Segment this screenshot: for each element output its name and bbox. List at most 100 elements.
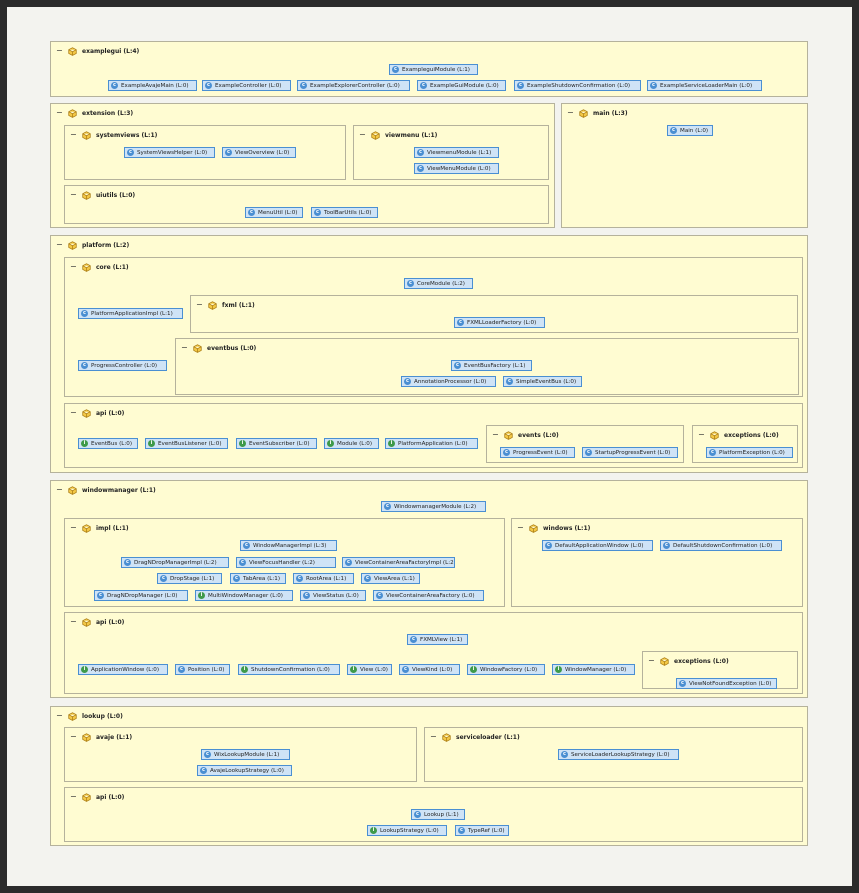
class-node[interactable]: c ViewmenuModule (L:1) bbox=[414, 147, 499, 158]
collapse-icon[interactable]: − bbox=[56, 46, 66, 56]
interface-node[interactable]: i LookupStrategy (L:0) bbox=[367, 825, 447, 836]
interface-node[interactable]: i ShutdownConfirmation (L:0) bbox=[238, 664, 340, 675]
class-icon: c bbox=[420, 82, 427, 89]
package-header: − core (L:1) bbox=[70, 261, 129, 273]
interface-node[interactable]: i ApplicationWindow (L:0) bbox=[78, 664, 168, 675]
class-node[interactable]: c ViewKind (L:0) bbox=[399, 664, 460, 675]
class-label: FXMLView (L:1) bbox=[420, 636, 463, 643]
package-header: − uiutils (L:0) bbox=[70, 189, 135, 201]
class-node[interactable]: c Position (L:0) bbox=[175, 664, 230, 675]
class-node[interactable]: c ViewFocusHandler (L:2) bbox=[236, 557, 336, 568]
class-node[interactable]: c DragNDropManagerImpl (L:2) bbox=[121, 557, 229, 568]
collapse-icon[interactable]: − bbox=[517, 523, 527, 533]
class-node[interactable]: c MenuUtil (L:0) bbox=[245, 207, 303, 218]
class-node[interactable]: c SystemViewsHelper (L:0) bbox=[124, 147, 215, 158]
interface-node[interactable]: i Module (L:0) bbox=[324, 438, 379, 449]
diagram-canvas: − examplegui (L:4) − extension (L:3) − system… bbox=[7, 7, 852, 886]
class-node[interactable]: c AvajeLookupStrategy (L:0) bbox=[197, 765, 292, 776]
class-icon: c bbox=[233, 575, 240, 582]
class-node[interactable]: c FXMLLoaderFactory (L:0) bbox=[454, 317, 545, 328]
class-label: StartupProgressEvent (L:0) bbox=[595, 449, 671, 456]
class-node[interactable]: c ViewContainerAreaFactoryImpl (L:2) bbox=[342, 557, 455, 568]
package-icon bbox=[68, 46, 77, 56]
class-node[interactable]: c WindowmanagerModule (L:2) bbox=[381, 501, 486, 512]
interface-node[interactable]: i EventBus (L:0) bbox=[78, 438, 138, 449]
class-node[interactable]: c ViewNotFoundException (L:0) bbox=[676, 678, 777, 689]
class-label: WindowmanagerModule (L:2) bbox=[394, 503, 477, 510]
class-node[interactable]: c FXMLView (L:1) bbox=[407, 634, 468, 645]
class-node[interactable]: c RootArea (L:1) bbox=[293, 573, 354, 584]
collapse-icon[interactable]: − bbox=[70, 262, 80, 272]
class-node[interactable]: c ExampleGuiModule (L:0) bbox=[417, 80, 506, 91]
class-node[interactable]: c ViewArea (L:1) bbox=[361, 573, 420, 584]
interface-node[interactable]: i View (L:0) bbox=[347, 664, 392, 675]
class-node[interactable]: c ViewOverview (L:0) bbox=[222, 147, 296, 158]
class-node[interactable]: c ExampleController (L:0) bbox=[202, 80, 291, 91]
class-node[interactable]: c TypeRef (L:0) bbox=[455, 825, 509, 836]
class-node[interactable]: c ExampleExplorerController (L:0) bbox=[297, 80, 410, 91]
package-label: exceptions (L:0) bbox=[724, 431, 779, 439]
collapse-icon[interactable]: − bbox=[196, 300, 206, 310]
interface-node[interactable]: i PlatformApplication (L:0) bbox=[385, 438, 478, 449]
class-node[interactable]: c PlatformApplicationImpl (L:1) bbox=[78, 308, 183, 319]
collapse-icon[interactable]: − bbox=[648, 656, 658, 666]
class-node[interactable]: c PlatformException (L:0) bbox=[706, 447, 793, 458]
collapse-icon[interactable]: − bbox=[70, 617, 80, 627]
interface-node[interactable]: i EventBusListener (L:0) bbox=[145, 438, 228, 449]
class-node[interactable]: c ViewStatus (L:0) bbox=[300, 590, 366, 601]
interface-icon: i bbox=[470, 666, 477, 673]
collapse-icon[interactable]: − bbox=[70, 523, 80, 533]
class-label: View (L:0) bbox=[360, 666, 388, 673]
collapse-icon[interactable]: − bbox=[359, 130, 369, 140]
interface-node[interactable]: i MultiWindowManager (L:0) bbox=[195, 590, 293, 601]
collapse-icon[interactable]: − bbox=[56, 485, 66, 495]
collapse-icon[interactable]: − bbox=[70, 130, 80, 140]
interface-node[interactable]: i WindowManager (L:0) bbox=[552, 664, 635, 675]
class-node[interactable]: c ExampleAvajeMain (L:0) bbox=[108, 80, 197, 91]
class-icon: c bbox=[160, 575, 167, 582]
class-node[interactable]: c Main (L:0) bbox=[667, 125, 713, 136]
collapse-icon[interactable]: − bbox=[430, 732, 440, 742]
class-node[interactable]: c ToolBarUtils (L:0) bbox=[311, 207, 378, 218]
class-node[interactable]: c ExampleguiModule (L:1) bbox=[389, 64, 478, 75]
collapse-icon[interactable]: − bbox=[567, 108, 577, 118]
collapse-icon[interactable]: − bbox=[70, 408, 80, 418]
class-node[interactable]: c StartupProgressEvent (L:0) bbox=[582, 447, 678, 458]
class-node[interactable]: c SimpleEventBus (L:0) bbox=[503, 376, 582, 387]
class-node[interactable]: c ExampleServiceLoaderMain (L:0) bbox=[647, 80, 762, 91]
interface-node[interactable]: i WindowFactory (L:0) bbox=[467, 664, 545, 675]
class-node[interactable]: c DefaultShutdownConfirmation (L:0) bbox=[660, 540, 782, 551]
collapse-icon[interactable]: − bbox=[492, 430, 502, 440]
class-node[interactable]: c WixLookupModule (L:1) bbox=[201, 749, 290, 760]
collapse-icon[interactable]: − bbox=[56, 711, 66, 721]
class-node[interactable]: c WindowManagerImpl (L:3) bbox=[240, 540, 337, 551]
collapse-icon[interactable]: − bbox=[70, 792, 80, 802]
package-icon bbox=[68, 240, 77, 250]
interface-node[interactable]: i EventSubscriber (L:0) bbox=[236, 438, 317, 449]
class-icon: c bbox=[392, 66, 399, 73]
collapse-icon[interactable]: − bbox=[70, 190, 80, 200]
class-node[interactable]: c Lookup (L:1) bbox=[411, 809, 465, 820]
class-node[interactable]: c CoreModule (L:2) bbox=[404, 278, 473, 289]
class-node[interactable]: c ProgressController (L:0) bbox=[78, 360, 167, 371]
class-node[interactable]: c DragNDropManager (L:0) bbox=[94, 590, 188, 601]
class-node[interactable]: c ServiceLoaderLookupStrategy (L:0) bbox=[558, 749, 679, 760]
collapse-icon[interactable]: − bbox=[56, 240, 66, 250]
class-label: ExampleController (L:0) bbox=[215, 82, 282, 89]
package-label: extension (L:3) bbox=[82, 109, 134, 117]
class-node[interactable]: c AnnotationProcessor (L:0) bbox=[401, 376, 496, 387]
collapse-icon[interactable]: − bbox=[70, 732, 80, 742]
package-label: api (L:0) bbox=[96, 618, 125, 626]
class-node[interactable]: c ViewContainerAreaFactory (L:0) bbox=[373, 590, 484, 601]
collapse-icon[interactable]: − bbox=[181, 343, 191, 353]
class-node[interactable]: c ExampleShutdownConfirmation (L:0) bbox=[514, 80, 641, 91]
class-node[interactable]: c TabArea (L:1) bbox=[230, 573, 286, 584]
collapse-icon[interactable]: − bbox=[698, 430, 708, 440]
class-node[interactable]: c DropStage (L:1) bbox=[157, 573, 222, 584]
collapse-icon[interactable]: − bbox=[56, 108, 66, 118]
class-node[interactable]: c EventBusFactory (L:1) bbox=[451, 360, 532, 371]
class-node[interactable]: c DefaultApplicationWindow (L:0) bbox=[542, 540, 653, 551]
class-node[interactable]: c ProgressEvent (L:0) bbox=[500, 447, 575, 458]
class-node[interactable]: c ViewMenuModule (L:0) bbox=[414, 163, 499, 174]
class-icon: c bbox=[561, 751, 568, 758]
